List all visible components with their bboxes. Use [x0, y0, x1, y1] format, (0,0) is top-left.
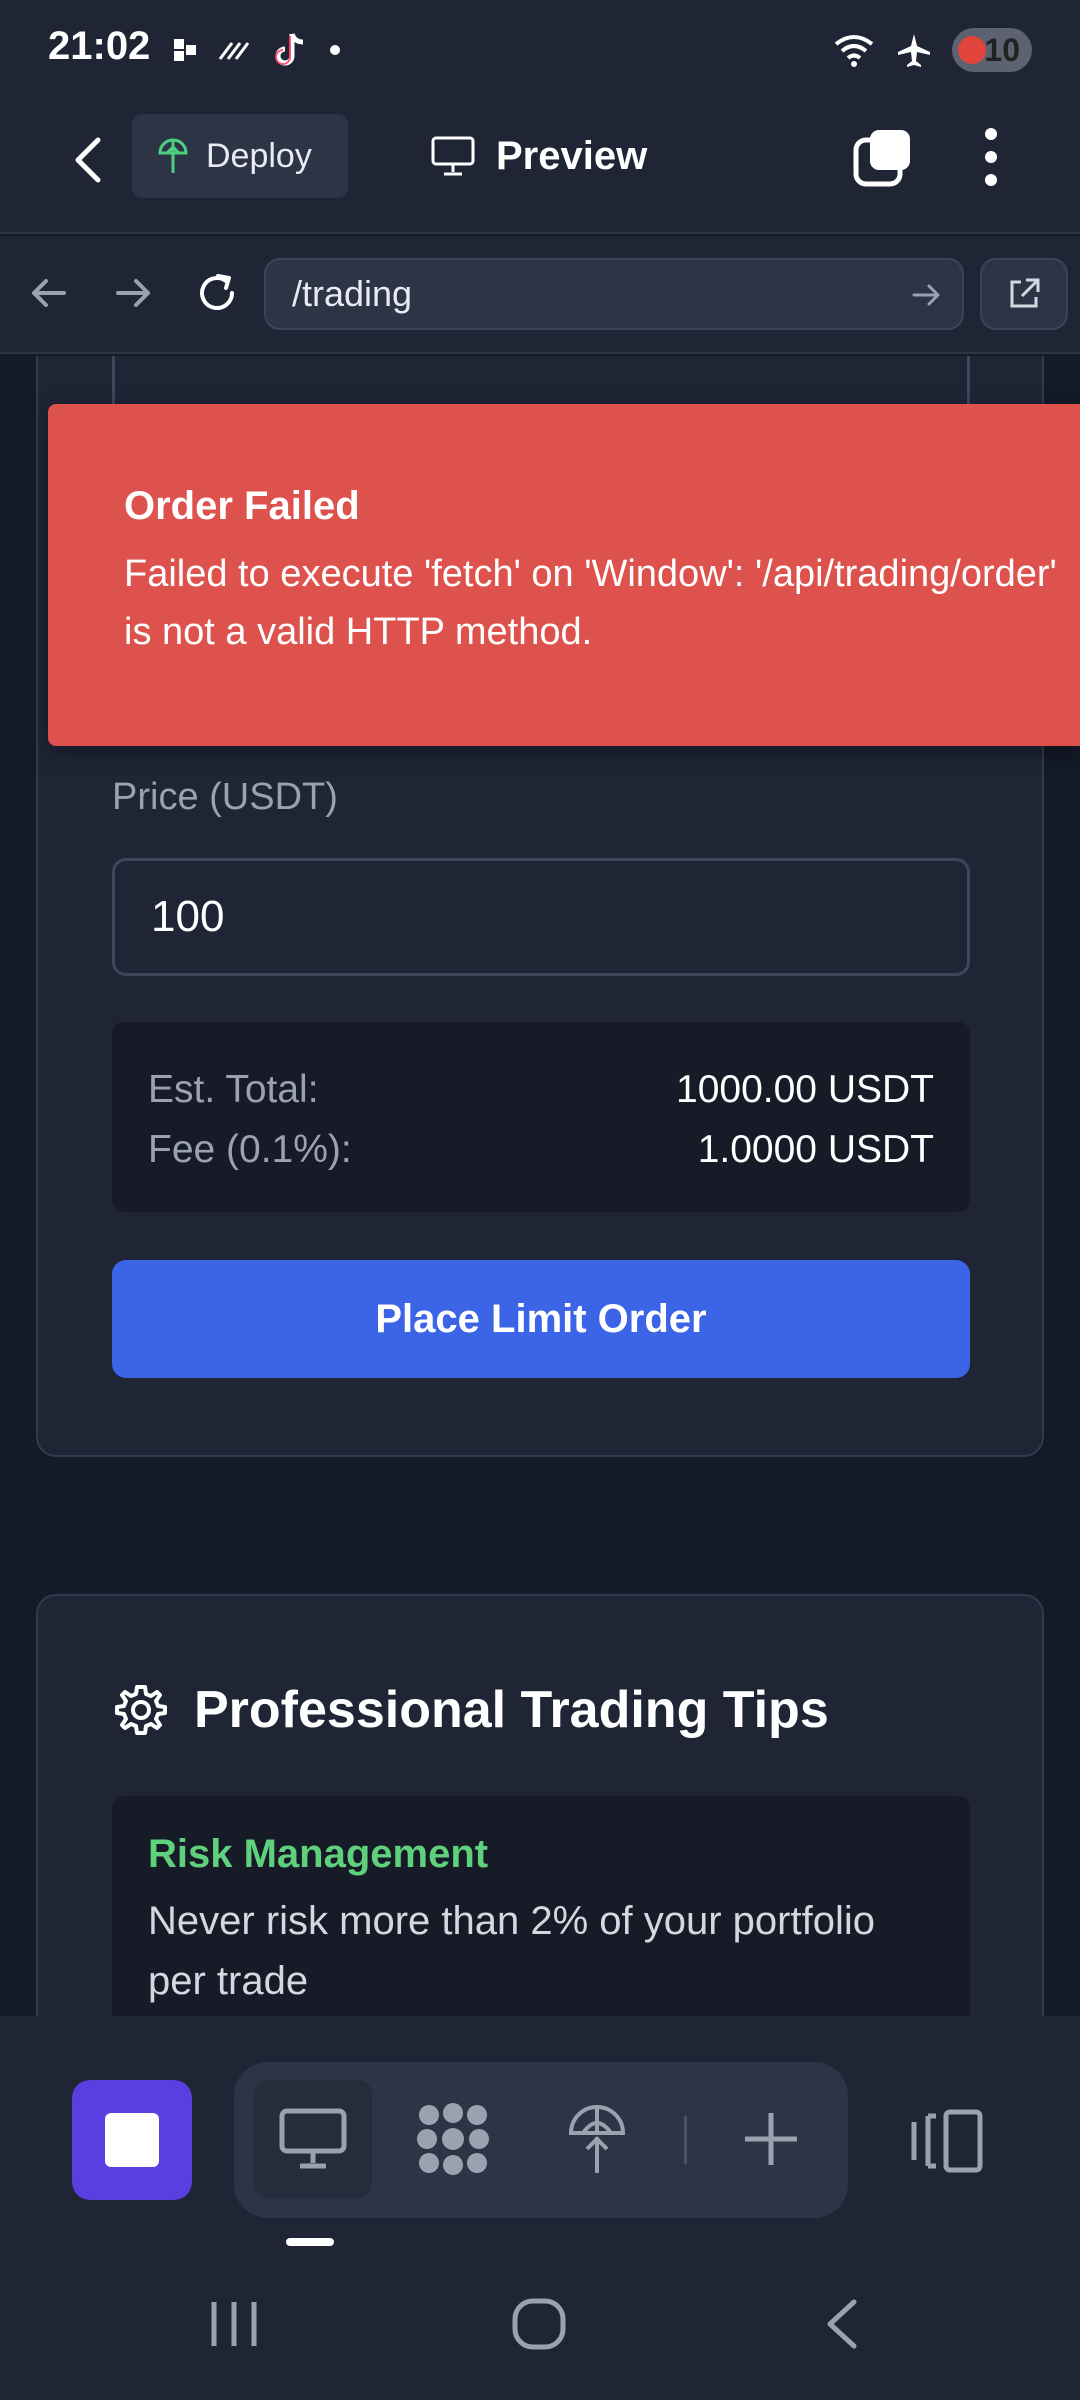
error-toast[interactable]: Order Failed Failed to execute 'fetch' o… [48, 404, 1080, 746]
reload-icon[interactable] [192, 268, 242, 318]
price-input[interactable]: 100 [112, 858, 970, 976]
url-input[interactable]: /trading [264, 258, 964, 330]
deploy-label: Deploy [206, 136, 312, 175]
summary-value: 1.0000 USDT [697, 1128, 934, 1171]
app-header: Deploy Preview [0, 100, 1080, 234]
price-label: Price (USDT) [112, 776, 338, 818]
add-button[interactable] [712, 2080, 830, 2198]
monitor-icon [279, 2108, 347, 2169]
battery-saver-icon [958, 36, 986, 64]
stop-icon [105, 2113, 159, 2167]
trading-tips-card: Professional Trading Tips Risk Managemen… [36, 1594, 1044, 2016]
price-value: 100 [151, 892, 225, 941]
more-options-icon[interactable] [966, 126, 1016, 188]
nav-forward-icon[interactable] [108, 268, 158, 318]
tool-switcher [234, 2062, 848, 2218]
recent-apps-icon[interactable] [206, 2296, 262, 2352]
dots-grid-icon [417, 2103, 489, 2175]
preview-label: Preview [496, 133, 648, 178]
bottom-toolbar [0, 2016, 1080, 2400]
tabs-icon[interactable] [852, 126, 914, 188]
wifi-icon [834, 35, 874, 67]
nav-back-icon[interactable] [24, 268, 74, 318]
deploy-button[interactable]: Deploy [132, 114, 348, 198]
signal-pattern-icon [218, 42, 250, 60]
go-arrow-icon[interactable] [910, 278, 944, 312]
summary-label: Fee (0.1%): [148, 1128, 352, 1171]
summary-row-total: Est. Total: 1000.00 USDT [148, 1060, 934, 1120]
plus-icon [745, 2113, 797, 2165]
dot-icon [330, 45, 340, 55]
preview-button[interactable]: Preview [430, 114, 647, 198]
place-limit-order-button[interactable]: Place Limit Order [112, 1260, 970, 1378]
stop-button[interactable] [72, 2080, 192, 2200]
battery-indicator: 10 [952, 28, 1032, 72]
panel-toggle-icon[interactable] [906, 2106, 986, 2176]
summary-label: Est. Total: [148, 1068, 319, 1111]
tiktok-icon [275, 33, 304, 66]
tip-text: Never risk more than 2% of your portfoli… [148, 1899, 875, 2003]
toast-title: Order Failed [124, 484, 360, 528]
status-time: 21:02 [48, 24, 151, 68]
tips-header: Professional Trading Tips [114, 1680, 829, 1740]
apps-button[interactable] [394, 2080, 512, 2198]
home-icon[interactable] [510, 2296, 568, 2352]
app-notification-icon [174, 39, 196, 61]
order-summary: Est. Total: 1000.00 USDT Fee (0.1%): 1.0… [112, 1022, 970, 1212]
monitor-icon [431, 136, 475, 176]
notification-icons [172, 30, 342, 70]
back-arrow-icon[interactable] [60, 130, 120, 190]
browser-toolbar: /trading [0, 236, 1080, 354]
deploy-tool-button[interactable] [538, 2080, 656, 2198]
open-external-button[interactable] [980, 258, 1068, 330]
desktop-view-button[interactable] [254, 2080, 372, 2198]
airplane-mode-icon [898, 34, 930, 67]
deploy-icon [158, 138, 188, 173]
tip-item: Risk Management Never risk more than 2% … [112, 1796, 970, 2016]
divider [684, 2116, 687, 2164]
status-bar: 21:02 10 [0, 0, 1080, 100]
battery-level: 10 [984, 31, 1020, 68]
summary-value: 1000.00 USDT [676, 1068, 934, 1111]
tips-title: Professional Trading Tips [194, 1681, 829, 1739]
system-back-icon[interactable] [816, 2296, 866, 2352]
system-navigation-bar [0, 2256, 1080, 2400]
gear-icon [115, 1685, 167, 1735]
status-indicators: 10 [832, 28, 1032, 72]
tip-title: Risk Management [148, 1832, 489, 1876]
deploy-icon [568, 2105, 626, 2173]
url-text: /trading [292, 273, 413, 314]
external-link-icon [1010, 278, 1040, 308]
summary-row-fee: Fee (0.1%): 1.0000 USDT [148, 1120, 934, 1180]
active-tab-indicator [286, 2238, 334, 2246]
toast-message: Failed to execute 'fetch' on 'Window': '… [124, 553, 1057, 653]
